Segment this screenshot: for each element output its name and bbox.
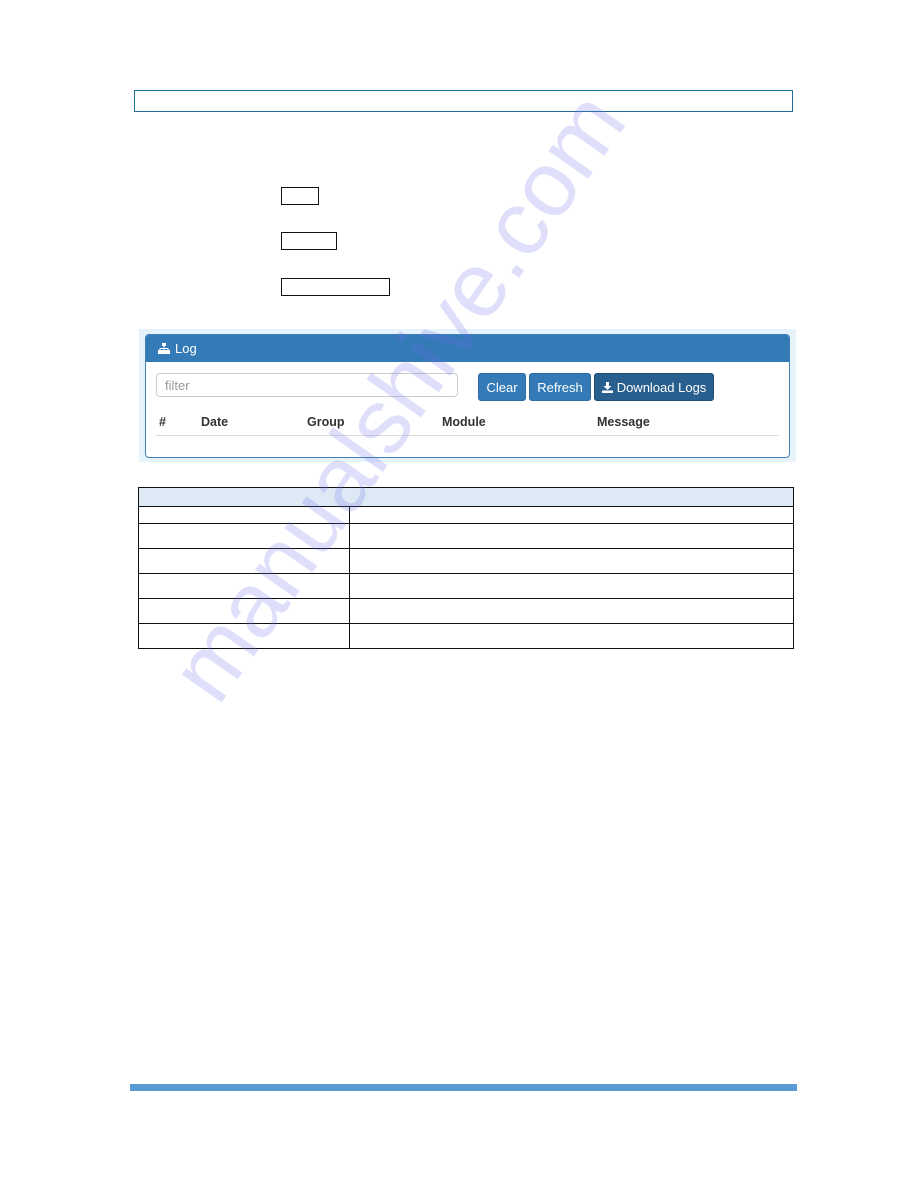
log-panel-title: Log <box>175 341 197 356</box>
log-panel-header: Log <box>146 335 789 362</box>
log-panel: Log Clear Refresh Download Logs # Date G… <box>145 334 790 458</box>
table-cell-name <box>138 573 350 599</box>
table-header-divider <box>156 435 779 436</box>
key-box-1 <box>281 187 319 205</box>
sitemap-icon <box>158 343 170 354</box>
refresh-button-label: Refresh <box>537 379 583 395</box>
table-cell-name <box>138 548 350 574</box>
table-cell-name <box>138 506 350 524</box>
table-cell-description <box>349 623 794 649</box>
column-header-message[interactable]: Message <box>597 415 650 429</box>
table-cell-description <box>349 598 794 624</box>
filter-input[interactable] <box>156 373 458 397</box>
column-header-number[interactable]: # <box>159 415 166 429</box>
table-row <box>138 598 794 624</box>
section-title-box <box>134 90 793 112</box>
download-icon <box>601 381 613 393</box>
table-row <box>138 623 794 649</box>
parameter-table-header-cell <box>138 487 794 507</box>
download-logs-button[interactable]: Download Logs <box>594 373 714 401</box>
table-cell-description <box>349 548 794 574</box>
column-header-module[interactable]: Module <box>442 415 486 429</box>
table-cell-name <box>138 523 350 549</box>
table-cell-name <box>138 623 350 649</box>
table-row <box>138 506 794 524</box>
table-row <box>138 523 794 549</box>
table-cell-description <box>349 573 794 599</box>
column-header-group[interactable]: Group <box>307 415 345 429</box>
key-box-3 <box>281 278 390 296</box>
refresh-button[interactable]: Refresh <box>529 373 591 401</box>
key-box-2 <box>281 232 337 250</box>
footer-bar <box>130 1084 797 1091</box>
table-cell-description <box>349 523 794 549</box>
clear-button-label: Clear <box>486 379 518 395</box>
parameter-table-header <box>138 487 794 507</box>
table-row <box>138 548 794 574</box>
parameter-table <box>138 487 794 649</box>
download-logs-button-label: Download Logs <box>616 379 707 395</box>
column-header-date[interactable]: Date <box>201 415 228 429</box>
log-panel-screenshot: Log Clear Refresh Download Logs # Date G… <box>139 329 796 462</box>
table-cell-description <box>349 506 794 524</box>
table-row <box>138 573 794 599</box>
clear-button[interactable]: Clear <box>478 373 526 401</box>
table-cell-name <box>138 598 350 624</box>
